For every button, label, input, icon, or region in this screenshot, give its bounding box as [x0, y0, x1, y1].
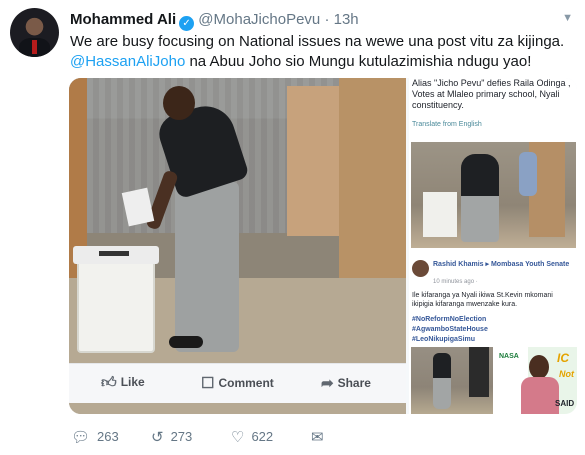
- tweet-action-bar: 💬︎ 263 ↺ 273 ♡ 622 ✉: [69, 428, 369, 450]
- rp-ballot-box: [423, 192, 457, 237]
- screenshot-caption: Alias "Jicho Pevu" defies Raila Odinga ,…: [412, 78, 571, 110]
- envelope-icon: ✉: [311, 429, 324, 446]
- like-button[interactable]: ♡ 622: [231, 428, 273, 446]
- verified-badge-icon: ✓: [179, 16, 195, 31]
- photo-ballot-slot: [99, 251, 129, 256]
- poster-headline: IC: [557, 351, 569, 365]
- hashtag: #LeoNikupigaSimu: [412, 336, 476, 343]
- avatar-tie: [32, 40, 37, 54]
- reply-count: 263: [97, 429, 119, 444]
- fb-like-label: Like: [120, 375, 145, 389]
- translate-link: Translate from English: [412, 121, 482, 128]
- fb-comment-label: Comment: [218, 376, 274, 390]
- author-name[interactable]: Mohammed Ali: [70, 11, 176, 28]
- photo-cabinet: [287, 86, 347, 236]
- fb-comment-button: ☐ Comment: [201, 374, 274, 392]
- screenshot-right-column: Alias "Jicho Pevu" defies Raila Odinga ,…: [409, 78, 577, 414]
- poster-face: [529, 355, 549, 379]
- post-body: Ile kifaranga ya Nyali ikiwa St.Kevin mk…: [412, 292, 553, 308]
- rp-voter: [461, 154, 499, 242]
- tweet-text-line2: na Abuu Joho sio Mungu kutulazimishia nd…: [185, 53, 532, 70]
- direct-message-button[interactable]: ✉: [311, 428, 331, 446]
- chevron-down-icon[interactable]: ▼: [562, 12, 573, 24]
- retweet-count: 273: [170, 429, 193, 444]
- post-image-man: [433, 353, 451, 409]
- mention-link[interactable]: @HassanAliJoho: [70, 53, 185, 70]
- tweet-text-line1: We are busy focusing on National issues …: [70, 33, 565, 50]
- comment-icon: ☐: [201, 375, 215, 392]
- nasa-logo: NASA: [499, 353, 519, 360]
- facebook-post: Rashid Khamis ▸ Mombasa Youth Senate 10 …: [409, 252, 577, 414]
- poster-name: SAID: [555, 399, 575, 408]
- poster-body: [521, 377, 559, 414]
- reply-button[interactable]: 💬︎ 263: [71, 428, 119, 446]
- photo-man-legs: [175, 182, 239, 352]
- like-count: 622: [251, 429, 274, 444]
- poster-subheadline: Not: [559, 369, 574, 379]
- post-author: Rashid Khamis ▸ Mombasa Youth Senate: [433, 261, 570, 268]
- hashtag: #AgwamboStateHouse: [412, 326, 488, 333]
- share-arrow-icon: ➦: [321, 375, 334, 392]
- time-separator: ·: [324, 11, 330, 28]
- author-handle[interactable]: @MohaJichoPevu: [198, 11, 320, 28]
- post-time: 10 minutes ago ·: [433, 279, 478, 285]
- tweet-text: We are busy focusing on National issues …: [70, 32, 570, 72]
- post-image-poster: NASA IC Not SAID: [495, 347, 577, 414]
- fb-share-button: ➦ Share: [321, 374, 371, 392]
- tweet-timestamp[interactable]: 13h: [334, 11, 359, 28]
- retweet-icon: ↺: [151, 429, 164, 446]
- facebook-action-bar: 👍︎ Like ☐ Comment ➦ Share: [69, 363, 406, 403]
- hashtag: #NoReformNoElection: [412, 316, 487, 323]
- post-hashtags: #NoReformNoElection #AgwamboStateHouse #…: [412, 315, 488, 345]
- post-author-avatar: [412, 260, 429, 277]
- photo-board: [339, 78, 406, 288]
- post-image-voter: [411, 347, 493, 414]
- tweet-header: Mohammed Ali ✓ @MohaJichoPevu · 13h: [70, 11, 359, 31]
- photo-man-head: [163, 86, 195, 120]
- reply-icon: 💬︎: [71, 429, 91, 446]
- main-photo: 👍︎ Like ☐ Comment ➦ Share: [69, 78, 406, 414]
- fb-like-button: 👍︎ Like: [101, 374, 145, 392]
- tweet-media-image[interactable]: 👍︎ Like ☐ Comment ➦ Share Alias "Jicho Pevu…: [69, 78, 577, 414]
- thumbs-up-icon: 👍︎: [101, 374, 117, 391]
- screenshot-photo: [411, 142, 576, 248]
- photo-ballot-box: [77, 253, 155, 353]
- photo-shoe: [169, 336, 203, 348]
- fb-share-label: Share: [337, 376, 371, 390]
- retweet-button[interactable]: ↺ 273: [151, 428, 192, 446]
- post-image-booth: [469, 347, 489, 397]
- author-avatar[interactable]: [10, 8, 59, 57]
- heart-icon: ♡: [231, 429, 245, 446]
- rp-bystander: [519, 152, 537, 196]
